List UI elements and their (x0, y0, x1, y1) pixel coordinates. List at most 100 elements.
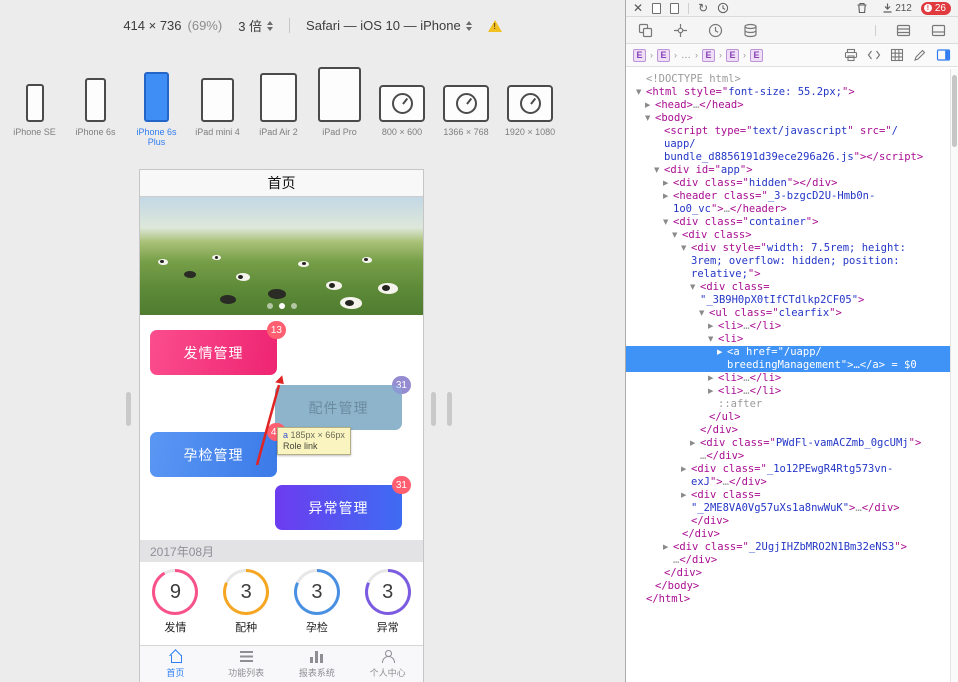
tab-console-icon[interactable] (896, 23, 911, 38)
dom-tree-node[interactable]: ▶ <head>…</head> (626, 99, 950, 112)
grid-overlay-icon[interactable] (890, 48, 904, 62)
tab-elements-icon[interactable] (638, 23, 653, 38)
print-icon[interactable] (844, 48, 858, 62)
close-icon[interactable]: ✕ (633, 2, 643, 14)
resolution-1920x1080[interactable]: 1920 × 1080 (498, 62, 562, 147)
dom-tree-node[interactable]: 3rem; overflow: hidden; position: (626, 255, 950, 268)
disclosure-triangle-icon[interactable]: ▶ (663, 190, 673, 203)
dom-tree-node[interactable]: ▶ <li>…</li> (626, 320, 950, 333)
breadcrumb-element-icon[interactable]: E (726, 48, 739, 62)
dom-tree-node[interactable]: ▼ <div id="app"> (626, 164, 950, 177)
breadcrumb-element-icon[interactable]: E (633, 48, 646, 62)
phone-icon[interactable] (85, 78, 106, 122)
error-count-badge[interactable]: ! 26 (920, 1, 951, 15)
dom-tree-node[interactable]: 1o0_vc">…</header> (626, 203, 950, 216)
dom-tree-node[interactable]: </html> (626, 593, 950, 606)
tab-home[interactable]: 首页 (140, 646, 211, 682)
dom-tree-node[interactable]: ▶ <header class="_3-bzgcD2U-Hmb0n- (626, 190, 950, 203)
stat-pregnancy[interactable]: 3 孕检 (282, 562, 353, 645)
scale-selector[interactable]: 3 倍 (238, 16, 274, 35)
dom-tree-node[interactable]: ▼ <ul class="clearfix"> (626, 307, 950, 320)
carousel-dots[interactable] (140, 303, 423, 309)
dom-tree-node[interactable]: bundle_d8856191d39ece296a26.js"></script… (626, 151, 950, 164)
viewport-resize-handle-right[interactable] (431, 392, 436, 426)
disclosure-triangle-icon[interactable]: ▼ (663, 216, 673, 229)
panel-resize-handle[interactable] (447, 392, 452, 426)
dom-tree-node[interactable]: </ul> (626, 411, 950, 424)
dom-tree-node[interactable]: ▼ <div class= (626, 281, 950, 294)
viewport-resize-handle-left[interactable] (126, 392, 131, 426)
device-ipad-mini-4[interactable]: iPad mini 4 (187, 62, 248, 147)
dom-tree-node[interactable]: </div> (626, 528, 950, 541)
dock-side-icon[interactable] (670, 2, 680, 14)
dom-tree-node[interactable]: ▶ <div class="PWdFl-vamACZmb_0gcUMj"> (626, 437, 950, 450)
dom-tree-node[interactable]: ▼ <div class> (626, 229, 950, 242)
dom-tree-node[interactable]: <script type="text/javascript" src="/ (626, 125, 950, 138)
resolution-1366x768[interactable]: 1366 × 768 (434, 62, 498, 147)
dom-tree-node[interactable]: ▼ <body> (626, 112, 950, 125)
dom-tree-node[interactable]: <!DOCTYPE html> (626, 73, 950, 86)
device-ipad-pro[interactable]: iPad Pro (309, 62, 370, 147)
disclosure-triangle-icon[interactable]: ▶ (681, 489, 691, 502)
user-agent-selector[interactable]: Safari — iOS 10 — iPhone (306, 18, 472, 33)
disclosure-triangle-icon[interactable]: ▼ (699, 307, 709, 320)
exception-management-button[interactable]: 异常管理 31 (275, 476, 411, 530)
timeline-clock-icon[interactable] (717, 2, 729, 14)
dom-tree-node-selected[interactable]: ▶ <a href="/uapp/ (626, 346, 950, 359)
dom-tree-node[interactable]: </div> (626, 515, 950, 528)
dock-page-icon[interactable] (652, 2, 662, 14)
dom-tree-node[interactable]: ▼ <html style="font-size: 55.2px;"> (626, 86, 950, 99)
stepper-icon[interactable] (267, 20, 274, 31)
reload-icon[interactable]: ↻ (698, 2, 708, 14)
dom-tree-node[interactable]: "_3B9H0pX0tIfCTdlkp2CF05"> (626, 294, 950, 307)
dom-tree-node[interactable]: ▼ <li> (626, 333, 950, 346)
disclosure-triangle-icon[interactable]: ▶ (717, 346, 727, 359)
dom-tree-node[interactable]: ▶ <div class= (626, 489, 950, 502)
split-console-icon[interactable] (931, 23, 946, 38)
device-iphone-6s[interactable]: iPhone 6s (65, 62, 126, 147)
details-sidebar-toggle-icon[interactable] (936, 48, 951, 62)
monitor-icon[interactable] (379, 85, 425, 122)
pregnancy-check-button[interactable]: 孕检管理 46 (150, 423, 286, 477)
dom-tree-node[interactable]: ::after (626, 398, 950, 411)
trash-icon[interactable] (856, 2, 868, 14)
dom-tree[interactable]: <!DOCTYPE html> ▼ <html style="font-size: … (626, 69, 950, 682)
dom-tree-node[interactable]: ▶ <li>…</li> (626, 372, 950, 385)
tab-report-system[interactable]: 报表系统 (282, 646, 353, 682)
dom-tree-node[interactable]: ▶ <div class="_2UgjIHZbMRO2N1Bm32eNS3"> (626, 541, 950, 554)
dom-tree-node[interactable]: </div> (626, 424, 950, 437)
resolution-800x600[interactable]: 800 × 600 (370, 62, 434, 147)
dom-tree-node[interactable]: …</div> (626, 450, 950, 463)
dom-tree-node[interactable]: ▼ <div style="width: 7.5rem; height: (626, 242, 950, 255)
disclosure-triangle-icon[interactable]: ▼ (636, 86, 646, 99)
tab-function-list[interactable]: 功能列表 (211, 646, 282, 682)
tablet-icon[interactable] (318, 67, 361, 122)
disclosure-triangle-icon[interactable]: ▼ (708, 333, 718, 346)
monitor-icon[interactable] (507, 85, 553, 122)
disclosure-triangle-icon[interactable]: ▶ (663, 177, 673, 190)
tablet-icon[interactable] (260, 73, 297, 122)
stat-exception[interactable]: 3 异常 (352, 562, 423, 645)
breadcrumb-ellipsis[interactable]: … (681, 50, 691, 61)
hero-image[interactable] (140, 197, 423, 315)
disclosure-triangle-icon[interactable]: ▶ (708, 320, 718, 333)
resource-counter[interactable]: 212 (883, 3, 912, 14)
dom-tree-node-selected[interactable]: breedingManagement">…</a> = $0 (626, 359, 950, 372)
dom-tree-node[interactable]: ▶ <div class="hidden"></div> (626, 177, 950, 190)
dom-tree-node[interactable]: ▼ <div class="container"> (626, 216, 950, 229)
disclosure-triangle-icon[interactable]: ▶ (708, 372, 718, 385)
disclosure-triangle-icon[interactable]: ▼ (690, 281, 700, 294)
breeding-management-button[interactable]: 配件管理 31 (275, 376, 411, 430)
dom-tree-node[interactable]: "_2ME8VA0Vg57uXs1a8nwWuK">…</div> (626, 502, 950, 515)
device-ipad-air-2[interactable]: iPad Air 2 (248, 62, 309, 147)
stepper-icon[interactable] (465, 20, 472, 31)
warning-icon[interactable] (487, 19, 502, 32)
disclosure-triangle-icon[interactable]: ▼ (645, 112, 655, 125)
estrus-management-button[interactable]: 发情管理 13 (150, 321, 286, 375)
phone-icon[interactable] (25, 84, 44, 122)
dom-tree-node[interactable]: </div> (626, 567, 950, 580)
dom-tree-node[interactable]: …</div> (626, 554, 950, 567)
edit-pencil-icon[interactable] (913, 48, 927, 62)
tab-storage-icon[interactable] (743, 23, 758, 38)
scrollbar[interactable] (950, 69, 958, 682)
